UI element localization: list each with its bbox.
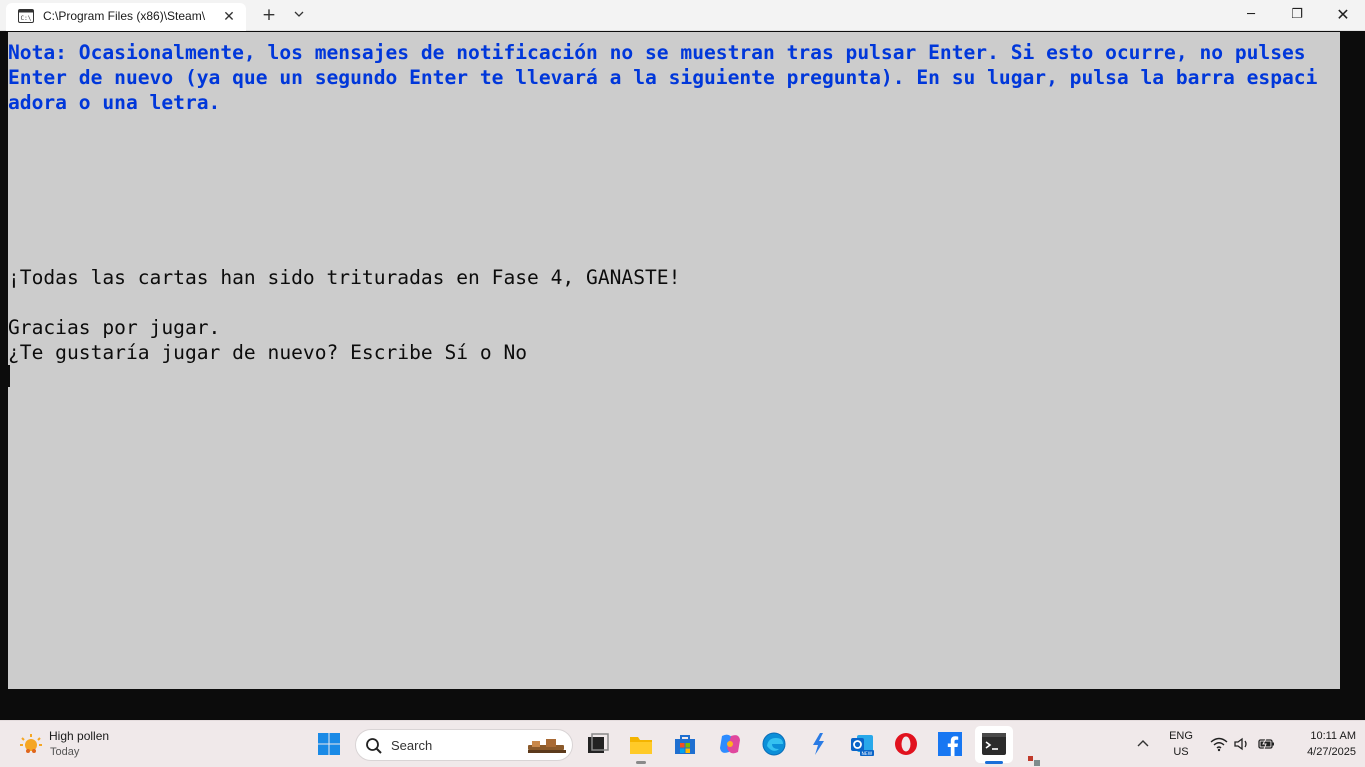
svg-text:C:\: C:\ (21, 15, 32, 22)
battery-icon[interactable] (1257, 736, 1275, 752)
thanks-line: Gracias por jugar. (8, 316, 221, 339)
opera-icon[interactable] (893, 731, 919, 757)
result-line: ¡Todas las cartas han sido trituradas en… (8, 266, 681, 289)
note-line-3: adora o una letra. (8, 91, 221, 114)
microsoft-store-icon[interactable] (672, 731, 698, 757)
weather-subtitle[interactable]: Today (50, 746, 79, 758)
search-label: Search (391, 738, 433, 753)
note-line-2: Enter de nuevo (ya que un segundo Enter … (8, 66, 1318, 89)
sun-pollen-icon[interactable] (19, 732, 43, 756)
task-view-icon[interactable] (585, 731, 611, 757)
svg-text:NEW: NEW (862, 751, 873, 757)
maximize-button[interactable]: ❐ (1274, 0, 1320, 31)
terminal-tab[interactable]: C:\ C:\Program Files (x86)\Steam\ ✕ (6, 3, 246, 31)
cmd-icon: C:\ (18, 9, 34, 23)
language-indicator[interactable]: ENG (1164, 730, 1198, 742)
steam-app-icon[interactable] (1027, 754, 1041, 767)
close-button[interactable]: ✕ (1320, 0, 1365, 31)
clock-time[interactable]: 10:11 AM (1286, 730, 1356, 742)
title-bar: C:\ C:\Program Files (x86)\Steam\ ✕ + ─ … (0, 0, 1365, 31)
terminal-taskbar-button[interactable] (975, 726, 1013, 763)
terminal-icon (982, 733, 1006, 755)
windows-start-icon[interactable] (316, 731, 342, 757)
scrollbar-gutter (1340, 32, 1365, 689)
active-indicator (985, 761, 1003, 764)
taskbar: High pollen Today Search NEW ENG US 10:1… (0, 720, 1365, 767)
volume-icon[interactable] (1233, 736, 1251, 752)
lightning-app-icon[interactable] (805, 731, 831, 757)
file-explorer-icon[interactable] (628, 731, 654, 757)
text-cursor (8, 365, 10, 387)
minimize-button[interactable]: ─ (1228, 0, 1274, 31)
wifi-icon[interactable] (1210, 736, 1228, 752)
outlook-new-icon[interactable]: NEW (849, 731, 875, 757)
new-tab-button[interactable]: + (256, 3, 282, 27)
facebook-icon[interactable] (937, 731, 963, 757)
weather-title[interactable]: High pollen (49, 729, 109, 743)
tab-title: C:\Program Files (x86)\Steam\ (43, 9, 206, 23)
tab-dropdown-chevron-icon[interactable] (286, 3, 312, 27)
copilot-icon[interactable] (717, 731, 743, 757)
prompt-line: ¿Te gustaría jugar de nuevo? Escribe Sí … (8, 341, 528, 364)
running-indicator (636, 761, 646, 764)
edge-icon[interactable] (761, 731, 787, 757)
terminal-output[interactable]: Nota: Ocasionalmente, los mensajes de no… (8, 32, 1340, 689)
note-line-1: Nota: Ocasionalmente, los mensajes de no… (8, 41, 1306, 64)
search-highlight-icon (528, 739, 566, 753)
search-icon (366, 738, 382, 754)
clock-date[interactable]: 4/27/2025 (1286, 746, 1356, 758)
keyboard-layout-indicator[interactable]: US (1164, 746, 1198, 758)
tab-close-icon[interactable]: ✕ (218, 6, 240, 28)
search-input[interactable]: Search (355, 729, 573, 761)
tray-overflow-chevron-icon[interactable] (1134, 733, 1152, 753)
